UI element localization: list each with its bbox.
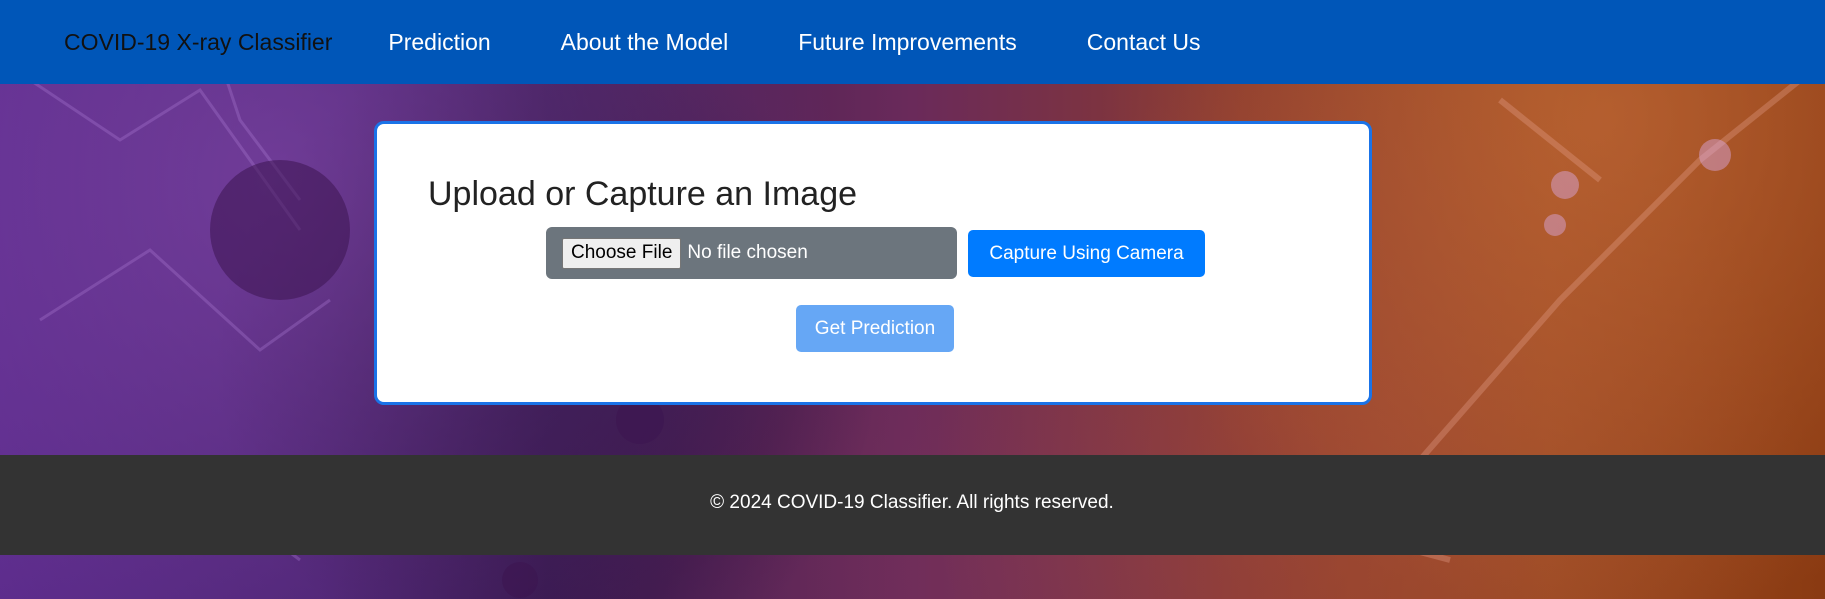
choose-file-button[interactable]: Choose File [562, 237, 682, 269]
nav-link-about-the-model[interactable]: About the Model [561, 29, 729, 56]
get-prediction-button[interactable]: Get Prediction [796, 305, 954, 352]
file-status-text: No file chosen [687, 242, 808, 263]
footer-copyright: © 2024 COVID-19 Classifier. All rights r… [710, 492, 1114, 513]
file-input[interactable]: Choose File No file chosen [546, 227, 957, 279]
top-navbar: COVID-19 X-ray Classifier Prediction Abo… [0, 0, 1825, 84]
upload-card: Upload or Capture an Image Choose File N… [374, 121, 1372, 405]
nav-link-prediction[interactable]: Prediction [388, 29, 490, 56]
upload-card-title: Upload or Capture an Image [428, 175, 858, 213]
page-footer: © 2024 COVID-19 Classifier. All rights r… [0, 455, 1825, 555]
nav-link-contact-us[interactable]: Contact Us [1087, 29, 1201, 56]
nav-link-future-improvements[interactable]: Future Improvements [798, 29, 1017, 56]
brand-title[interactable]: COVID-19 X-ray Classifier [64, 29, 332, 56]
capture-camera-button[interactable]: Capture Using Camera [968, 230, 1205, 277]
